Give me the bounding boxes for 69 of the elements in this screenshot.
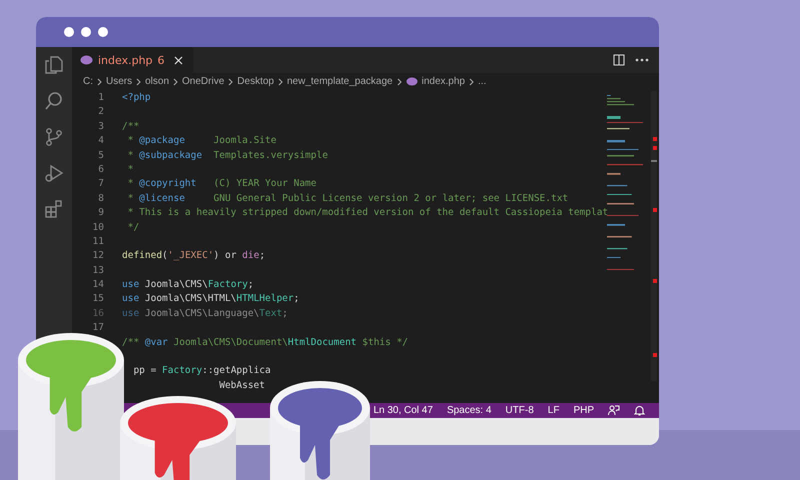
breadcrumb-item[interactable]: olson	[145, 76, 170, 87]
line-number: 5	[98, 150, 104, 161]
status-item[interactable]: Spaces: 4	[446, 405, 492, 416]
status-item[interactable]: Ln 30, Col 47	[373, 405, 433, 416]
line-number: 1	[98, 92, 104, 103]
chevron-icon	[278, 78, 283, 86]
line-number: 15	[92, 293, 104, 304]
tab-label: index.php	[98, 54, 153, 66]
source-control-icon[interactable]	[44, 127, 64, 147]
php-file-icon	[406, 77, 418, 86]
breadcrumb-item[interactable]: index.php	[422, 76, 465, 87]
code-line: WebAsset	[218, 378, 265, 393]
code-line: * @copyright (C) YEAR Your Name	[126, 177, 316, 192]
file-tab[interactable]: index.php 6	[72, 47, 193, 73]
breadcrumb-item[interactable]: Desktop	[237, 76, 274, 87]
problem-count: 6	[158, 54, 165, 66]
run-debug-icon[interactable]	[44, 163, 64, 183]
line-number: 7	[98, 178, 104, 190]
line-number: 3	[98, 120, 104, 132]
bell-icon[interactable]	[634, 405, 645, 416]
more-icon[interactable]	[635, 58, 649, 62]
status-item[interactable]: PHP	[573, 405, 594, 416]
line-number: 2	[98, 106, 104, 118]
extensions-icon[interactable]	[44, 199, 64, 219]
search-icon[interactable]	[44, 91, 64, 111]
line-number: 8	[98, 192, 104, 204]
line-number: 9	[98, 207, 104, 218]
close-icon[interactable]	[174, 56, 183, 64]
code-line: use Joomla\CMS\Factory;	[122, 278, 254, 292]
chevron-icon	[136, 78, 142, 86]
chevron-icon	[173, 78, 178, 86]
line-number: 11	[92, 236, 104, 247]
line-number: 10	[92, 222, 104, 233]
breadcrumb-item[interactable]: Users	[106, 76, 132, 87]
window-dots-icon	[63, 26, 109, 38]
code-line: use Joomla\CMS\Language\Text;	[122, 306, 288, 321]
files-icon[interactable]	[44, 55, 64, 75]
code-line: defined('_JEXEC') or die;	[122, 249, 266, 264]
line-number: 14	[92, 279, 104, 290]
line-number: 17	[92, 322, 104, 334]
line-number: 12	[92, 250, 104, 262]
code-line: * @license GNU General Public License version 2 or later; see LICENSE.txt	[126, 192, 568, 206]
code-line: /**	[122, 120, 140, 134]
split-editor-icon[interactable]	[613, 54, 625, 66]
code-line: *	[126, 162, 134, 177]
feedback-icon[interactable]	[608, 405, 620, 416]
breadcrumb-item[interactable]: new_template_package	[286, 76, 393, 87]
php-file-icon	[80, 55, 93, 65]
line-number: 6	[98, 164, 104, 175]
code-line: pp = Factory::getApplica	[132, 364, 271, 378]
line-number: 4	[98, 135, 104, 146]
code-line: * @subpackage Templates.verysimple	[126, 148, 328, 163]
line-number: 16	[92, 308, 104, 319]
code-line: <?php	[122, 91, 151, 105]
code-line: * This is a heavily stripped down/modified version of the default Cassiopeia templat	[126, 206, 608, 220]
chevron-icon	[468, 78, 474, 86]
line-number: 13	[92, 264, 104, 276]
chevron-icon	[228, 78, 234, 86]
breadcrumb-item[interactable]: C:	[83, 76, 93, 87]
code-line: * @package Joomla.Site	[126, 134, 276, 148]
chevron-icon	[97, 78, 102, 86]
status-item[interactable]: LF	[548, 405, 560, 416]
chevron-icon	[396, 78, 402, 86]
breadcrumb-item[interactable]: ...	[478, 76, 486, 87]
code-line: /** @var Joomla\CMS\Document\HtmlDocument $this */	[122, 336, 408, 350]
status-item[interactable]: UTF-8	[505, 405, 534, 416]
code-line: */	[126, 220, 140, 235]
breadcrumb-item[interactable]: OneDrive	[182, 76, 224, 87]
code-line: use Joomla\CMS\HTML\HTMLHelper;	[122, 292, 300, 306]
